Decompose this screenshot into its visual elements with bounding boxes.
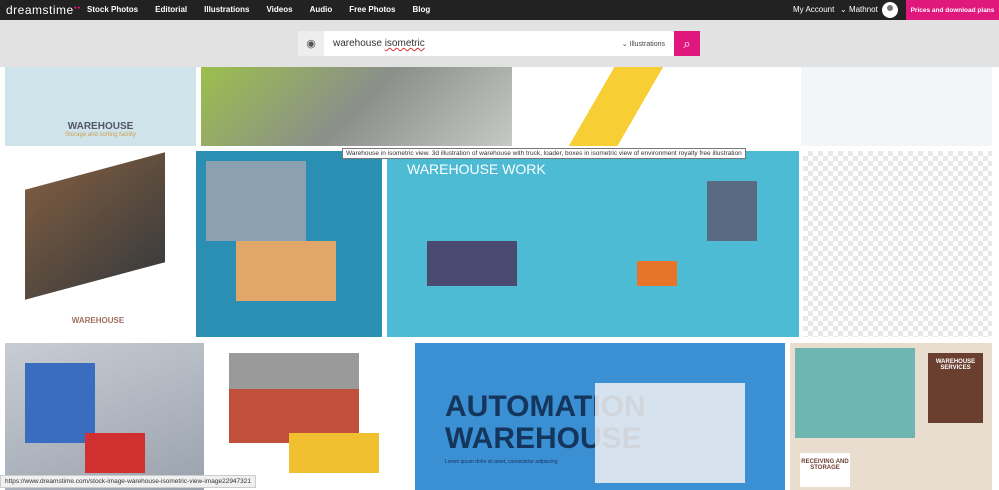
image-tile[interactable] [196,151,382,337]
image-tile[interactable] [5,343,204,490]
tile-text: RECEIVING AND STORAGE [800,453,850,487]
chevron-down-icon: ⌄ [621,40,630,48]
image-tile[interactable]: WAREHOUSE SERVICES RECEIVING AND STORAGE [790,343,992,490]
my-account-link[interactable]: My Account [793,5,834,14]
eye-icon[interactable]: ◉ [298,31,324,56]
search-icon: ⌕ [683,35,691,51]
image-tile[interactable]: WAREHOUSE [5,151,191,337]
nav-stock-photos[interactable]: Stock Photos [87,5,138,14]
status-bar-url: https://www.dreamstime.com/stock-image-w… [0,475,257,488]
category-select[interactable]: ⌄ Illustrations [622,40,665,48]
top-nav: dreamstime●● Stock Photos Editorial Illu… [0,0,999,20]
prices-plans-button[interactable]: Prices and download plans [906,0,999,20]
image-tooltip: Warehouse in isometric view. 3d illustra… [342,148,746,159]
image-tile[interactable]: WAREHOUSE Storage and sorting facility [5,67,196,146]
tile-text: Storage and sorting facility [65,132,136,138]
avatar[interactable] [882,2,898,18]
tile-text: Lorem ipsum dolor sit amet, consectetur … [445,459,558,465]
image-tile[interactable]: WAREHOUSE WORK [387,151,799,337]
image-tile[interactable]: AUTOMATION WAREHOUSE Lorem ipsum dolor s… [415,343,785,490]
nav-links: Stock Photos Editorial Illustrations Vid… [87,5,430,14]
image-tile[interactable] [517,67,796,146]
image-tile[interactable] [803,151,992,337]
image-tile[interactable] [201,67,512,146]
search-button[interactable]: ⌕ [674,31,700,56]
tile-text: WAREHOUSE WORK [407,161,546,177]
image-tile[interactable] [209,343,409,490]
nav-free-photos[interactable]: Free Photos [349,5,395,14]
nav-editorial[interactable]: Editorial [155,5,187,14]
nav-audio[interactable]: Audio [310,5,333,14]
chevron-down-icon: ⌄ [840,5,849,14]
user-menu[interactable]: ⌄ Mathnot [840,5,878,14]
nav-illustrations[interactable]: Illustrations [204,5,249,14]
nav-videos[interactable]: Videos [266,5,292,14]
tile-text: WAREHOUSE [67,121,134,132]
nav-blog[interactable]: Blog [412,5,430,14]
logo[interactable]: dreamstime●● [6,3,81,17]
search-bar: ◉ warehouse isometric ⌄ Illustrations ⌕ [298,31,700,56]
search-input[interactable]: warehouse isometric [333,38,622,49]
tile-text: WAREHOUSE SERVICES [928,353,983,423]
image-tile[interactable] [801,67,992,146]
tile-text: WAREHOUSE [71,316,125,325]
